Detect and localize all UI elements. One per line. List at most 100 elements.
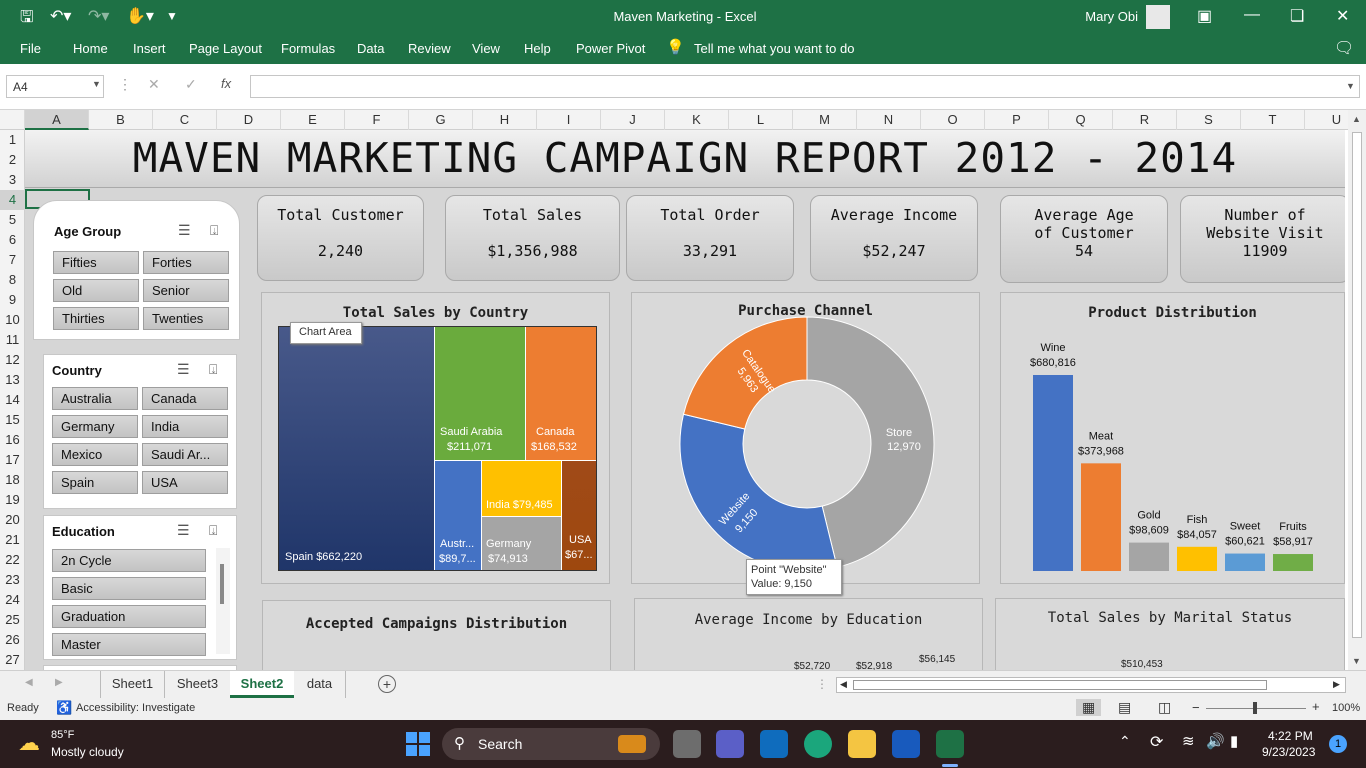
name-box-dropdown-icon[interactable]: ▼ [92, 79, 101, 89]
tell-me-search[interactable]: Tell me what you want to do [694, 41, 854, 56]
select-all-corner[interactable] [0, 110, 25, 130]
slicer-item[interactable]: Old [53, 279, 139, 302]
slicer-item[interactable]: Canada [142, 387, 228, 410]
accessibility-status[interactable]: Accessibility: Investigate [76, 702, 195, 714]
column-header-e[interactable]: E [281, 110, 345, 130]
scroll-thumb[interactable] [220, 564, 224, 604]
row-header-6[interactable]: 6 [0, 230, 25, 250]
tab-file[interactable]: File [20, 41, 41, 56]
slicer-item[interactable]: Australia [52, 387, 138, 410]
edge-icon[interactable] [804, 730, 832, 758]
column-header-p[interactable]: P [985, 110, 1049, 130]
slicer-item[interactable]: Fifties [53, 251, 139, 274]
normal-view-icon[interactable]: ▦ [1076, 699, 1102, 716]
row-header-8[interactable]: 8 [0, 270, 25, 290]
weather-icon[interactable]: ☁ [18, 730, 40, 756]
close-icon[interactable]: ✕ [1336, 6, 1349, 26]
row-header-22[interactable]: 22 [0, 550, 25, 570]
row-header-9[interactable]: 9 [0, 290, 25, 310]
sheet-tab[interactable]: data [294, 671, 346, 698]
sheet-tab[interactable]: Sheet3 [164, 671, 230, 698]
windows-start-icon[interactable] [406, 732, 430, 756]
slicer-item[interactable]: India [142, 415, 228, 438]
name-box[interactable]: A4 [6, 75, 104, 98]
battery-icon[interactable]: ▮ [1230, 732, 1238, 750]
row-header-7[interactable]: 7 [0, 250, 25, 270]
row-header-12[interactable]: 12 [0, 350, 25, 370]
bar-chart[interactable]: Wine $680,816 Meat $373,968 Gold $98,609 Fish $… [1001, 293, 1345, 585]
bar-wine[interactable] [1033, 375, 1073, 571]
treemap-tile-usa[interactable]: USA $67... [561, 460, 596, 570]
confirm-entry-icon[interactable]: ✓ [185, 76, 197, 93]
accessibility-icon[interactable]: ♿ [56, 700, 72, 716]
row-header-10[interactable]: 10 [0, 310, 25, 330]
slicer-item[interactable]: Graduation [52, 605, 206, 628]
clear-filter-icon[interactable]: ⍗ [210, 222, 218, 239]
tab-help[interactable]: Help [524, 41, 551, 56]
teams-icon[interactable] [716, 730, 744, 758]
taskbar-search[interactable]: ⚲ Search [442, 728, 660, 760]
column-header-h[interactable]: H [473, 110, 537, 130]
store-icon[interactable] [760, 730, 788, 758]
row-header-16[interactable]: 16 [0, 430, 25, 450]
weather-temp[interactable]: 85°F [51, 729, 74, 741]
column-header-i[interactable]: I [537, 110, 601, 130]
treemap-tile-saudi-arabia[interactable]: Saudi Arabia $211,071 [434, 327, 525, 460]
zoom-level[interactable]: 100% [1332, 702, 1360, 714]
sheet-tab-active[interactable]: Sheet2 [230, 671, 294, 698]
slicer-item[interactable]: Twenties [143, 307, 229, 330]
avatar[interactable] [1146, 5, 1170, 29]
page-break-view-icon[interactable]: ◫ [1158, 699, 1171, 716]
sync-icon[interactable]: ⟳ [1150, 732, 1163, 752]
clock-date[interactable]: 9/23/2023 [1262, 745, 1315, 759]
tab-home[interactable]: Home [73, 41, 108, 56]
column-header-g[interactable]: G [409, 110, 473, 130]
row-header-27[interactable]: 27 [0, 650, 25, 670]
column-header-n[interactable]: N [857, 110, 921, 130]
treemap-plot[interactable]: Spain $662,220 Saudi Arabia $211,071 Can… [278, 326, 597, 571]
tab-review[interactable]: Review [408, 41, 451, 56]
clock-time[interactable]: 4:22 PM [1268, 729, 1313, 743]
tab-power-pivot[interactable]: Power Pivot [576, 41, 645, 56]
row-header-5[interactable]: 5 [0, 210, 25, 230]
slicer-item[interactable]: Master [52, 633, 206, 656]
splitter-icon[interactable]: ⋮ [816, 677, 828, 691]
clear-filter-icon[interactable]: ⍗ [209, 522, 217, 539]
slicer-item[interactable]: Spain [52, 471, 138, 494]
tab-page-layout[interactable]: Page Layout [189, 41, 262, 56]
column-header-b[interactable]: B [89, 110, 153, 130]
page-layout-view-icon[interactable]: ▤ [1118, 699, 1131, 716]
treemap-tile-india[interactable]: India $79,485 [481, 460, 561, 516]
zoom-in-icon[interactable]: + [1312, 699, 1320, 714]
hscroll-right-icon[interactable]: ▶ [1333, 679, 1340, 690]
slicer-scrollbar[interactable] [216, 548, 230, 654]
hscroll-thumb[interactable] [853, 680, 1267, 690]
sheet-tab[interactable]: Sheet1 [100, 671, 164, 698]
column-header-t[interactable]: T [1241, 110, 1305, 130]
tab-formulas[interactable]: Formulas [281, 41, 335, 56]
chart-purchase-channel[interactable]: Purchase Channel Store 12,970 Website 9,… [631, 292, 980, 595]
slicer-item[interactable]: Germany [52, 415, 138, 438]
comments-icon[interactable]: 🗨 [1334, 38, 1354, 58]
multi-select-icon[interactable]: ☰ [177, 522, 190, 539]
slicer-item[interactable]: Thirties [53, 307, 139, 330]
column-header-c[interactable]: C [153, 110, 217, 130]
word-icon[interactable] [892, 730, 920, 758]
row-header-20[interactable]: 20 [0, 510, 25, 530]
formula-input[interactable] [250, 75, 1360, 98]
treemap-tile-germany[interactable]: Germany $74,913 [481, 516, 561, 570]
row-header-1[interactable]: 1 [0, 130, 25, 150]
maximize-icon[interactable]: ❏ [1290, 6, 1304, 26]
cancel-entry-icon[interactable]: ✕ [148, 76, 160, 93]
zoom-slider-thumb[interactable] [1253, 702, 1257, 714]
column-header-r[interactable]: R [1113, 110, 1177, 130]
slicer-item[interactable]: Senior [143, 279, 229, 302]
row-header-17[interactable]: 17 [0, 450, 25, 470]
chart-product-distribution[interactable]: Product Distribution Wine $680,816 Meat $37… [1000, 292, 1345, 584]
tab-insert[interactable]: Insert [133, 41, 166, 56]
column-header-l[interactable]: L [729, 110, 793, 130]
column-header-s[interactable]: S [1177, 110, 1241, 130]
row-header-13[interactable]: 13 [0, 370, 25, 390]
column-header-j[interactable]: J [601, 110, 665, 130]
row-header-15[interactable]: 15 [0, 410, 25, 430]
